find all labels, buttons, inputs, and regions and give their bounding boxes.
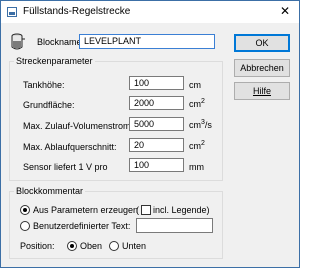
max-inflow-unit-suffix: /s [204, 120, 212, 130]
ok-button[interactable]: OK [234, 34, 290, 52]
max-inflow-unit-base: cm [189, 120, 201, 130]
blockname-input[interactable]: LEVELPLANT [79, 34, 215, 49]
help-button-label: Hilfe [252, 86, 271, 96]
incl-legend-label[interactable]: incl. Legende) [153, 205, 210, 215]
position-top-radio[interactable] [67, 241, 77, 251]
params-group-legend: Streckenparameter [14, 56, 95, 66]
sensor-label: Sensor liefert 1 V pro [23, 162, 108, 172]
custom-text-input[interactable] [136, 218, 213, 233]
from-params-radio-dot [23, 208, 27, 212]
app-icon [7, 7, 17, 17]
cancel-button[interactable]: Abbrechen [234, 59, 290, 77]
position-bottom-label[interactable]: Unten [122, 241, 146, 251]
base-area-unit: cm2 [189, 98, 205, 109]
custom-text-radio[interactable] [20, 221, 30, 231]
max-outflow-input[interactable]: 20 [129, 138, 184, 152]
sensor-input[interactable]: 100 [129, 158, 184, 172]
max-outflow-label: Max. Ablaufquerschnitt: [23, 142, 117, 152]
from-params-radio[interactable] [20, 205, 30, 215]
max-inflow-label: Max. Zulauf-Volumenstrom: [23, 121, 134, 131]
max-outflow-unit-base: cm [189, 141, 201, 151]
help-button[interactable]: Hilfe [234, 82, 290, 100]
close-button[interactable]: ✕ [273, 2, 297, 21]
position-top-label[interactable]: Oben [80, 241, 102, 251]
blockname-label: Blockname: [37, 37, 85, 47]
base-area-unit-base: cm [189, 99, 201, 109]
position-top-radio-dot [70, 244, 74, 248]
position-label: Position: [20, 241, 55, 251]
position-bottom-radio[interactable] [109, 241, 119, 251]
max-outflow-unit-exponent: 2 [201, 140, 205, 147]
title-bar[interactable]: Füllstands-Regelstrecke ✕ [1, 1, 299, 23]
base-area-label: Grundfläche: [23, 100, 75, 110]
max-inflow-input[interactable]: 5000 [129, 117, 184, 131]
max-inflow-unit: cm3/s [189, 119, 212, 130]
max-outflow-unit: cm2 [189, 140, 205, 151]
base-area-unit-exponent: 2 [201, 98, 205, 105]
tank-height-input[interactable]: 100 [129, 76, 184, 90]
sensor-unit: mm [189, 162, 204, 172]
tank-height-label: Tankhöhe: [23, 80, 65, 90]
comment-group-legend: Blockkommentar [14, 186, 86, 196]
base-area-input[interactable]: 2000 [129, 96, 184, 110]
incl-legend-checkbox[interactable] [141, 205, 151, 215]
incl-legend-paren: ( [136, 205, 139, 215]
custom-text-label[interactable]: Benutzerdefinierter Text: [33, 221, 130, 231]
tank-height-unit: cm [189, 80, 201, 90]
from-params-label[interactable]: Aus Parametern erzeugen [33, 205, 138, 215]
window-title: Füllstands-Regelstrecke [23, 6, 131, 17]
tank-icon [11, 33, 25, 50]
dialog-window: Füllstands-Regelstrecke ✕ Blockname: LEV… [0, 0, 300, 268]
